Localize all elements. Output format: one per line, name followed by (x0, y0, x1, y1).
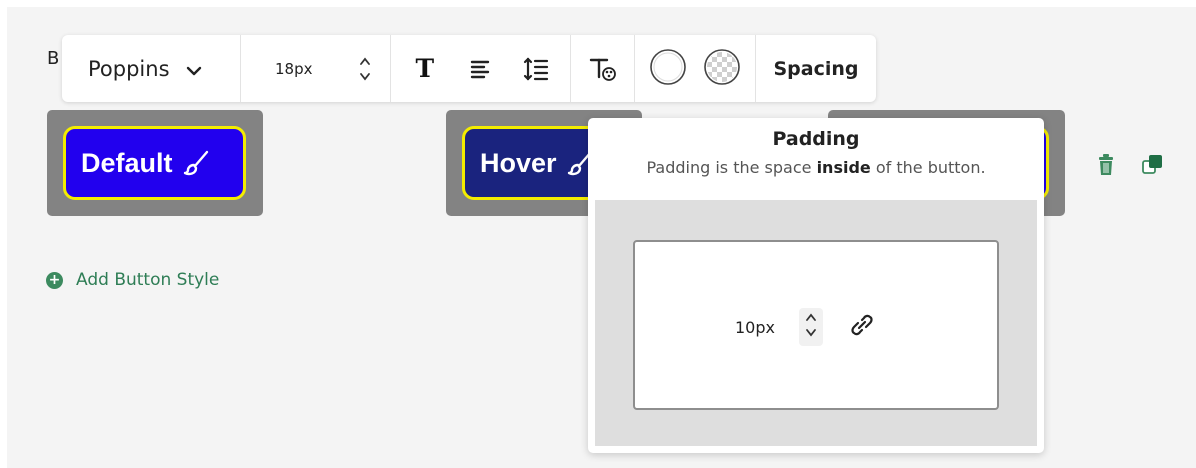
stepper-icon[interactable] (359, 54, 371, 84)
text-effects-group (571, 35, 635, 102)
default-button-label: Default (81, 147, 173, 178)
color-group (635, 35, 756, 102)
section-heading: B (47, 48, 60, 69)
outline-circle-icon[interactable] (648, 47, 688, 91)
padding-box: 10px (633, 240, 999, 410)
chevron-down-icon (186, 57, 202, 81)
font-family-select[interactable]: Poppins (62, 35, 241, 102)
text-effects-icon[interactable] (585, 51, 621, 87)
padding-preview-area: 10px (595, 200, 1037, 446)
text-style-icon[interactable]: T (407, 51, 443, 87)
font-size-control: 18px (241, 35, 391, 102)
paintbrush-icon[interactable] (182, 149, 210, 177)
padding-controls: 10px (735, 308, 877, 346)
align-icon[interactable] (462, 51, 498, 87)
text-style-toolbar: Poppins 18px T Spacing (62, 35, 876, 102)
font-family-value: Poppins (88, 56, 170, 81)
trash-icon[interactable] (1097, 152, 1115, 176)
line-height-icon[interactable] (518, 51, 554, 87)
link-icon[interactable] (847, 314, 877, 340)
plus-circle-icon: + (46, 271, 63, 289)
add-button-style-link[interactable]: + Add Button Style (46, 270, 219, 290)
stepper-icon[interactable] (798, 308, 823, 346)
row-actions (1097, 152, 1165, 176)
padding-value[interactable]: 10px (735, 318, 775, 337)
font-size-value[interactable]: 18px (275, 60, 313, 78)
hover-button-label: Hover (480, 147, 557, 178)
default-button-sample[interactable]: Default (63, 126, 246, 200)
duplicate-icon[interactable] (1141, 152, 1165, 176)
text-format-group: T (391, 35, 571, 102)
popover-title: Padding (772, 128, 860, 150)
transparent-circle-icon[interactable] (702, 47, 742, 91)
add-button-style-label: Add Button Style (76, 270, 220, 290)
popover-description: Padding is the space inside of the butto… (646, 158, 986, 177)
spacing-button[interactable]: Spacing (756, 35, 876, 102)
padding-popover: Padding Padding is the space inside of t… (588, 118, 1044, 453)
